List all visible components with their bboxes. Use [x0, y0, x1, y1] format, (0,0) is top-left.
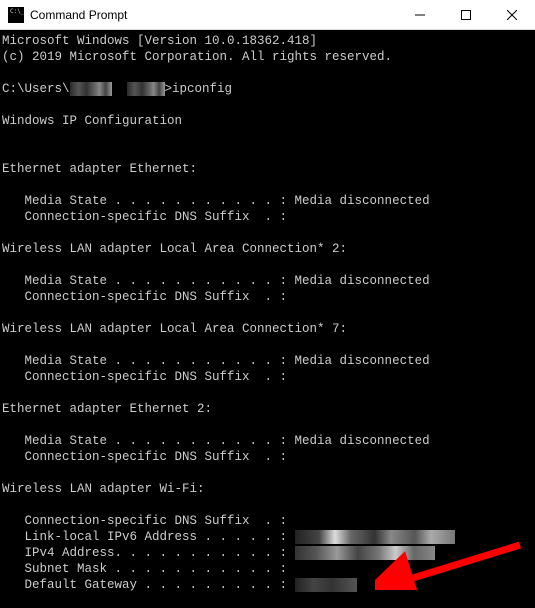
adapter-heading: Ethernet adapter Ethernet:	[2, 162, 197, 176]
adapter-heading: Wireless LAN adapter Local Area Connecti…	[2, 322, 347, 336]
terminal-output[interactable]: Microsoft Windows [Version 10.0.18362.41…	[0, 30, 535, 608]
adapter-line: Media State . . . . . . . . . . . : Medi…	[2, 434, 430, 448]
banner-line-1: Microsoft Windows [Version 10.0.18362.41…	[2, 34, 317, 48]
window-titlebar: Command Prompt	[0, 0, 535, 30]
adapter-line: Media State . . . . . . . . . . . : Medi…	[2, 194, 430, 208]
wifi-dns-line: Connection-specific DNS Suffix . :	[2, 514, 287, 528]
redacted-ipv4	[295, 546, 435, 560]
maximize-button[interactable]	[443, 0, 489, 29]
maximize-icon	[461, 10, 471, 20]
redacted-path	[127, 82, 165, 96]
wifi-ipv6-label: Link-local IPv6 Address . . . . . :	[2, 530, 295, 544]
cmd-icon	[8, 7, 24, 23]
redacted-user	[70, 82, 112, 96]
wifi-gateway-label: Default Gateway . . . . . . . . . :	[2, 578, 295, 592]
adapter-line: Connection-specific DNS Suffix . :	[2, 290, 287, 304]
minimize-icon	[415, 10, 425, 20]
redacted-ipv6	[295, 530, 455, 544]
window-controls	[397, 0, 535, 29]
adapter-line: Connection-specific DNS Suffix . :	[2, 210, 287, 224]
wifi-ipv4-label: IPv4 Address. . . . . . . . . . . :	[2, 546, 295, 560]
adapter-line: Media State . . . . . . . . . . . : Medi…	[2, 274, 430, 288]
prompt-command: >ipconfig	[165, 82, 233, 96]
adapter-line: Connection-specific DNS Suffix . :	[2, 450, 287, 464]
redacted-gateway	[295, 578, 357, 592]
adapter-heading: Ethernet adapter Ethernet 2:	[2, 402, 212, 416]
adapter-heading: Wireless LAN adapter Local Area Connecti…	[2, 242, 347, 256]
close-icon	[507, 10, 517, 20]
adapter-line: Connection-specific DNS Suffix . :	[2, 370, 287, 384]
adapter-heading: Wireless LAN adapter Wi-Fi:	[2, 482, 205, 496]
adapter-line: Media State . . . . . . . . . . . : Medi…	[2, 354, 430, 368]
banner-line-2: (c) 2019 Microsoft Corporation. All righ…	[2, 50, 392, 64]
close-button[interactable]	[489, 0, 535, 29]
minimize-button[interactable]	[397, 0, 443, 29]
ipconfig-header: Windows IP Configuration	[2, 114, 182, 128]
prompt-prefix: C:\Users\	[2, 82, 70, 96]
wifi-subnet-label: Subnet Mask . . . . . . . . . . . :	[2, 562, 295, 576]
window-title: Command Prompt	[30, 8, 397, 22]
